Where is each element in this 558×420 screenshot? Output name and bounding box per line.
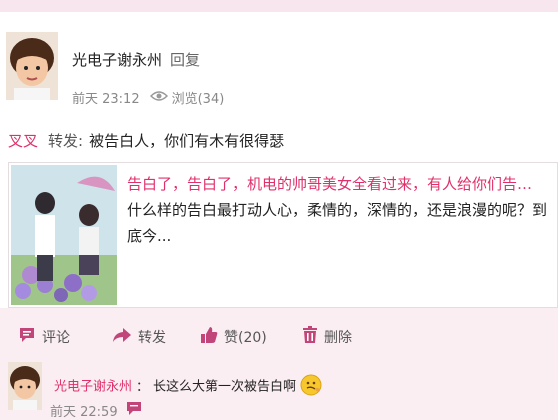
message-icon[interactable]: [126, 400, 142, 420]
forward-user[interactable]: 叉叉: [8, 132, 38, 150]
post-time: 前天 23:12: [72, 92, 140, 107]
delete-button[interactable]: 删除: [302, 326, 352, 348]
eye-icon: [149, 90, 168, 106]
comment-author[interactable]: 光电子谢永州: [54, 380, 132, 395]
comment-item: 光电子谢永州 ：长这么大第一次被告白啊 前天 22:59: [0, 358, 558, 420]
like-icon: [200, 326, 224, 348]
shared-post-box[interactable]: 告白了，告白了，机电的帅哥美女全看过来，有人给你们告… 什么样的告白最打动人心，…: [8, 162, 558, 308]
emoji-icon: [300, 374, 322, 400]
like-label: 赞(20): [224, 330, 267, 346]
reply-link[interactable]: 回复: [170, 51, 200, 69]
shared-post-thumbnail[interactable]: [11, 165, 117, 305]
comment-meta: 前天 22:59: [50, 400, 142, 420]
view-count: 浏览(34): [171, 92, 225, 107]
forward-icon: [112, 326, 138, 348]
comment-time: 前天 22:59: [50, 404, 118, 420]
comment-avatar[interactable]: [8, 362, 42, 410]
comment-label: 评论: [42, 330, 70, 346]
post-card: 光电子谢永州 回复 前天 23:12 浏览(34) 叉叉 转发: 被告白人，你们有木有…: [0, 12, 558, 308]
action-bar: 评论 转发 赞(20) 删除: [0, 318, 558, 358]
comment-text: 长这么大第一次被告白啊: [153, 379, 297, 395]
comment-button[interactable]: 评论: [18, 326, 70, 348]
post-author[interactable]: 光电子谢永州: [72, 51, 162, 69]
shared-post-text: 告白了，告白了，机电的帅哥美女全看过来，有人给你们告… 什么样的告白最打动人心，…: [127, 171, 547, 249]
delete-icon: [302, 326, 324, 348]
avatar[interactable]: [6, 32, 58, 100]
shared-post-body: 什么样的告白最打动人心，柔情的，深情的，还是浪漫的呢？到底今...: [127, 201, 548, 245]
comment-line: 光电子谢永州 ：长这么大第一次被告白啊: [54, 374, 322, 400]
delete-label: 删除: [324, 330, 352, 346]
comment-icon: [18, 326, 42, 348]
forward-button[interactable]: 转发: [112, 326, 166, 348]
forward-label: 转发: [138, 330, 166, 346]
forward-line: 叉叉 转发: 被告白人，你们有木有很得瑟: [8, 130, 284, 151]
like-button[interactable]: 赞(20): [200, 326, 267, 348]
post-author-line: 光电子谢永州 回复: [72, 49, 200, 70]
post-meta: 前天 23:12 浏览(34): [72, 88, 224, 107]
shared-post-title[interactable]: 告白了，告白了，机电的帅哥美女全看过来，有人给你们告…: [127, 171, 547, 197]
forward-text: 被告白人，你们有木有很得瑟: [89, 132, 285, 150]
comment-separator: ：: [136, 379, 150, 395]
forward-label: 转发:: [48, 132, 84, 150]
